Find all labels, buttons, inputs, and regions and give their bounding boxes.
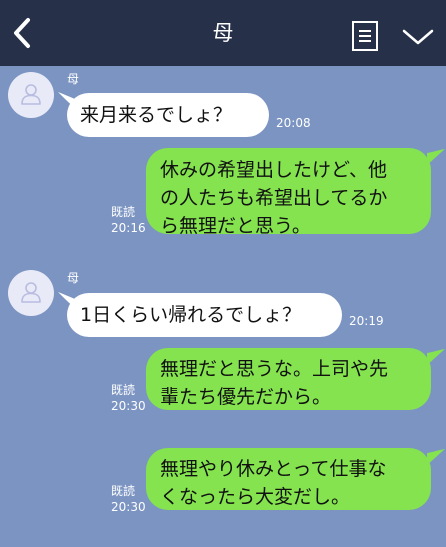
message-line: ら無理だと思う。 <box>160 215 311 237</box>
chat-title: 母 <box>212 21 234 45</box>
message-bubble[interactable]: 休みの希望出したけど、他 の人たちも希望出してるか ら無理だと思う。 <box>146 148 431 237</box>
message-line: 無理やり休みとって仕事な <box>160 458 387 480</box>
sender-name: 母 <box>67 271 80 285</box>
read-receipt: 既読 <box>111 383 136 397</box>
avatar[interactable] <box>8 270 54 316</box>
message-time: 20:30 <box>111 399 146 413</box>
message-meta: 既読 20:30 <box>111 382 146 414</box>
message-text: 1日くらい帰れるでしょ？ <box>80 304 302 326</box>
avatar[interactable] <box>8 72 54 118</box>
message-bubble[interactable]: 無理だと思うな。上司や先 輩たち優先だから。 <box>146 348 431 410</box>
notes-button[interactable] <box>351 20 379 52</box>
message-line: 休みの希望出したけど、他 <box>160 159 388 181</box>
message-line: 輩たち優先だから。 <box>160 386 332 408</box>
message-meta: 20:08 <box>276 115 311 131</box>
message-bubble[interactable]: 1日くらい帰れるでしょ？ <box>67 293 342 337</box>
notes-icon <box>352 21 378 51</box>
read-receipt: 既読 <box>111 205 136 219</box>
message-line: の人たちも希望出してるか <box>160 187 388 209</box>
person-icon <box>21 282 41 303</box>
chat-header: 母 <box>0 0 446 66</box>
read-receipt: 既読 <box>111 484 136 498</box>
message-text: 来月来るでしょ？ <box>80 104 233 126</box>
message-bubble[interactable]: 来月来るでしょ？ <box>67 93 269 137</box>
message-meta: 20:19 <box>349 313 384 329</box>
message-line: 無理だと思うな。上司や先 <box>160 358 389 380</box>
message-line: くなったら大変だし。 <box>160 486 351 508</box>
message-time: 20:16 <box>111 221 146 235</box>
message-time: 20:19 <box>349 314 384 328</box>
message-bubble[interactable]: 無理やり休みとって仕事な くなったら大変だし。 <box>146 448 431 510</box>
message-meta: 既読 20:16 <box>111 204 146 236</box>
menu-button[interactable] <box>401 26 435 48</box>
message-meta: 既読 20:30 <box>111 483 146 515</box>
message-time: 20:08 <box>276 116 311 130</box>
message-time: 20:30 <box>111 500 146 514</box>
chevron-down-icon <box>402 29 434 45</box>
sender-name: 母 <box>67 72 80 86</box>
person-icon <box>21 84 41 105</box>
